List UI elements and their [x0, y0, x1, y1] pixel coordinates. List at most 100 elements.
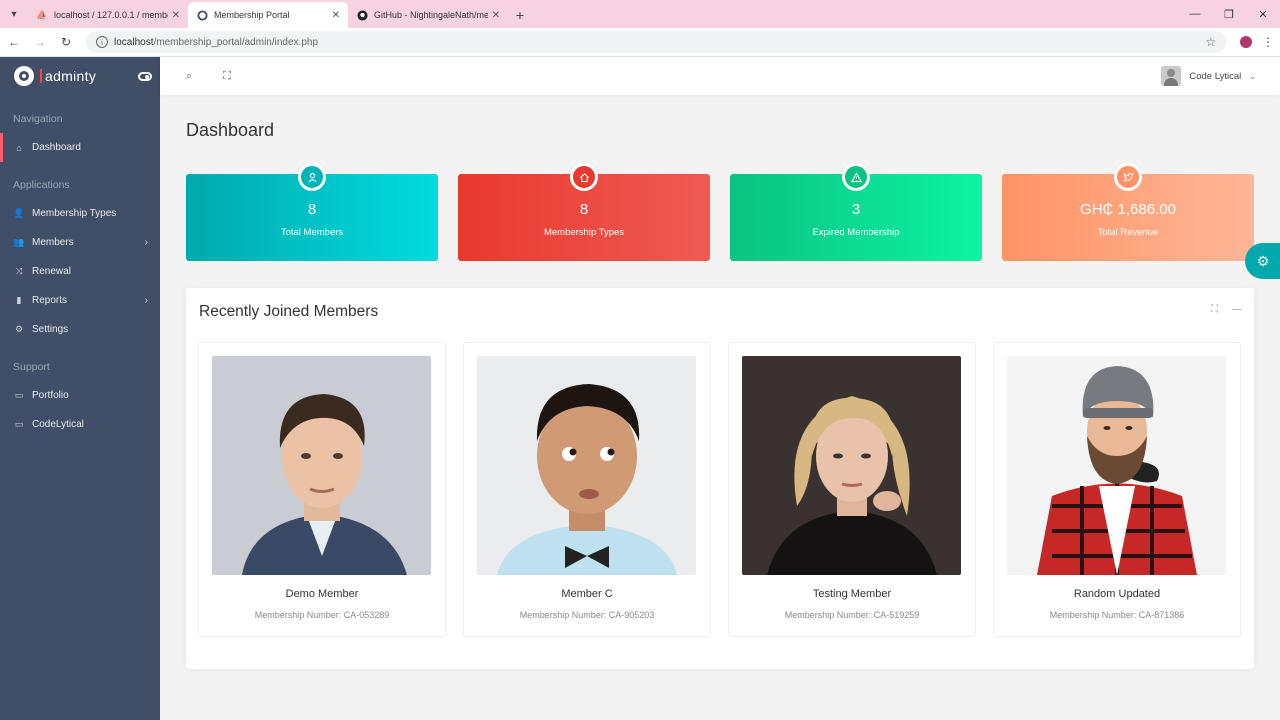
bookmark-star-icon[interactable]: ☆ [1205, 35, 1216, 49]
sidebar-item-label: Members [32, 237, 74, 248]
browser-tab-github[interactable]: GitHub - NightingaleNath/mem ✕ [348, 2, 508, 28]
reload-icon[interactable]: ↻ [54, 30, 78, 54]
sidebar-item-reports[interactable]: ▮ Reports › [0, 286, 160, 315]
stat-label: Total Members [280, 227, 344, 238]
expand-icon[interactable]: ⛶ [1211, 304, 1218, 315]
member-card[interactable]: Demo Member Membership Number: CA-053289 [198, 342, 446, 637]
user-menu[interactable]: Code Lytical ⌄ [1161, 66, 1256, 86]
back-arrow-icon[interactable]: ← [2, 30, 26, 54]
browser-toolbar: ← → ↻ i localhost/membership_portal/admi… [0, 28, 1280, 57]
bar-chart-icon: ▮ [16, 295, 22, 305]
shuffle-icon: ⤨ [15, 266, 23, 276]
sidebar-toggle-icon[interactable] [138, 71, 152, 81]
sidebar-item-renewal[interactable]: ⤨ Renewal [0, 257, 160, 286]
portal-icon [196, 9, 208, 21]
home-icon: ⌂ [16, 142, 22, 153]
minimize-icon[interactable]: — [1178, 0, 1212, 28]
search-icon[interactable]: ⌕ [182, 70, 196, 83]
chevron-right-icon: › [144, 237, 148, 248]
users-icon: 👥 [13, 237, 25, 247]
sidebar-item-dashboard[interactable]: ⌂ Dashboard [0, 133, 160, 162]
monitor-icon: ▭ [14, 419, 24, 429]
address-bar[interactable]: i localhost/membership_portal/admin/inde… [86, 31, 1226, 53]
stat-card-membership-types[interactable]: 8 Membership Types [458, 163, 710, 261]
browser-tab-membership-portal[interactable]: Membership Portal ✕ [188, 2, 348, 28]
stat-card-expired-membership[interactable]: 3 Expired Membership [730, 163, 982, 261]
stat-value: 8 [579, 201, 589, 218]
sidebar-item-label: Dashboard [32, 142, 81, 153]
sidebar-item-label: Settings [32, 324, 69, 335]
brand: adminty [0, 57, 160, 95]
new-tab-button[interactable]: + [508, 2, 532, 28]
page-title: Dashboard [186, 120, 275, 140]
stat-label: Membership Types [543, 227, 625, 238]
sidebar-item-members[interactable]: 👥 Members › [0, 228, 160, 257]
sidebar-item-label: Renewal [32, 266, 71, 277]
restore-icon[interactable]: ❐ [1212, 0, 1246, 28]
browser-menu-icon[interactable]: ⋮ [1258, 35, 1278, 49]
fullscreen-icon[interactable]: ⛶ [220, 70, 234, 83]
recent-members-panel: Recently Joined Members ⛶ — Demo Member … [186, 288, 1254, 669]
stat-card-total-revenue[interactable]: GH₵ 1,686.00 Total Revenue [1002, 163, 1254, 261]
window-controls: — ❐ ✕ [1178, 0, 1280, 28]
stat-value: 3 [851, 201, 861, 218]
browser-tab-bar: ▾ ⛵ localhost / 127.0.0.1 / members ✕ Me… [0, 0, 1280, 28]
sidebar-item-portfolio[interactable]: ▭ Portfolio [0, 381, 160, 410]
close-tab-icon[interactable]: ✕ [172, 10, 180, 21]
twitter-icon [1114, 163, 1142, 191]
user-icon: 👤 [13, 208, 25, 218]
member-name: Member C [561, 588, 613, 600]
sidebar-item-settings[interactable]: ⚙ Settings [0, 315, 160, 344]
home-icon [570, 163, 598, 191]
member-number: Membership Number: CA-519259 [784, 610, 920, 620]
close-tab-icon[interactable]: ✕ [332, 10, 340, 21]
gear-icon: ⚙ [14, 324, 24, 334]
tab-search-button[interactable]: ▾ [0, 0, 28, 28]
browser-tab-phpmyadmin[interactable]: ⛵ localhost / 127.0.0.1 / members ✕ [28, 2, 188, 28]
member-photo [742, 356, 961, 575]
profile-avatar[interactable] [1234, 30, 1258, 54]
user-icon [298, 163, 326, 191]
sidebar-item-label: Portfolio [32, 390, 69, 401]
close-tab-icon[interactable]: ✕ [492, 10, 500, 21]
chevron-right-icon: › [144, 295, 148, 306]
minimize-icon[interactable]: — [1232, 304, 1242, 315]
section-navigation: Navigation [13, 113, 63, 125]
logo-icon [14, 66, 34, 86]
url-host: localhost [114, 36, 154, 48]
sidebar-item-label: CodeLytical [32, 419, 84, 430]
settings-gear-button[interactable]: ⚙ [1245, 243, 1280, 279]
github-icon [356, 9, 368, 21]
sidebar-item-membership-types[interactable]: 👤 Membership Types [0, 199, 160, 228]
avatar [1161, 66, 1182, 86]
top-header: ⌕ ⛶ Code Lytical ⌄ [160, 57, 1280, 95]
forward-arrow-icon[interactable]: → [28, 30, 52, 54]
monitor-icon: ▭ [14, 390, 24, 400]
url-path: /membership_portal/admin/index.php [153, 36, 319, 48]
stat-cards: 8 Total Members 8 Membership Types 3 Exp… [186, 163, 1254, 261]
sidebar-item-label: Membership Types [32, 208, 117, 219]
tab-title: GitHub - NightingaleNath/mem [374, 10, 488, 20]
member-number: Membership Number: CA-905203 [519, 610, 655, 620]
member-card[interactable]: Random Updated Membership Number: CA-871… [993, 342, 1241, 637]
member-name: Random Updated [1073, 588, 1161, 600]
user-name: Code Lytical [1189, 70, 1242, 82]
section-applications: Applications [13, 179, 70, 191]
section-support: Support [13, 361, 50, 373]
tab-title: Membership Portal [214, 10, 290, 20]
panel-title: Recently Joined Members [199, 303, 379, 320]
panel-tools: ⛶ — [1211, 304, 1242, 315]
member-photo [477, 356, 696, 575]
brand-name[interactable]: adminty [45, 68, 96, 84]
sidebar-item-codelytical[interactable]: ▭ CodeLytical [0, 410, 160, 439]
close-window-icon[interactable]: ✕ [1246, 0, 1280, 28]
member-card[interactable]: Member C Membership Number: CA-905203 [463, 342, 711, 637]
tab-title: localhost / 127.0.0.1 / members [54, 10, 168, 20]
member-photo [212, 356, 431, 575]
site-info-icon[interactable]: i [96, 36, 108, 48]
sidebar-item-label: Reports [32, 295, 68, 306]
gear-icon: ⚙ [1256, 252, 1270, 269]
member-card[interactable]: Testing Member Membership Number: CA-519… [728, 342, 976, 637]
stat-value: GH₵ 1,686.00 [1080, 201, 1176, 218]
stat-card-total-members[interactable]: 8 Total Members [186, 163, 438, 261]
